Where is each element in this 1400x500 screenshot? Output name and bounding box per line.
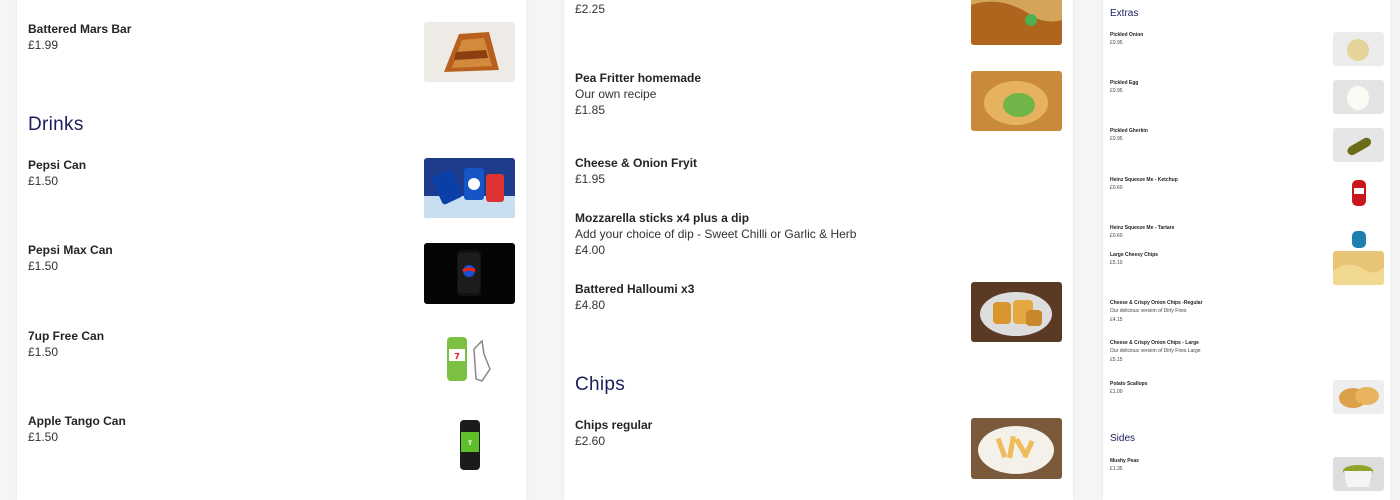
item-description: Our delicious version of Dirty Fries Lar… xyxy=(1110,348,1201,354)
item-name: Potato Scallops xyxy=(1110,381,1148,387)
menu-item[interactable]: Pickled Onion £0.95 xyxy=(1103,30,1390,76)
menu-item[interactable]: Heinz Squeeze Me - Ketchup £0.60 xyxy=(1103,174,1390,220)
item-price: £0.60 xyxy=(1110,233,1123,239)
item-name: 7up Free Can xyxy=(28,329,105,343)
item-name: Pickled Egg xyxy=(1110,80,1139,86)
item-price: £1.50 xyxy=(28,430,59,444)
pickled-egg-image xyxy=(1333,80,1384,114)
item-price: £4.80 xyxy=(575,298,606,312)
item-description: Our own recipe xyxy=(575,87,657,101)
item-price: £1.99 xyxy=(28,38,59,52)
menu-item[interactable]: Chips regular £2.60 xyxy=(564,410,1073,495)
menu-item[interactable]: Pepsi Max Can £1.50 xyxy=(17,235,526,315)
item-price: £0.95 xyxy=(1110,40,1123,46)
menu-item[interactable]: £2.25 xyxy=(564,0,1073,55)
item-name: Heinz Squeeze Me - Ketchup xyxy=(1110,177,1178,183)
item-name: Battered Halloumi x3 xyxy=(575,282,695,296)
menu-item[interactable]: 7up Free Can £1.50 7 xyxy=(17,321,526,401)
menu-item[interactable]: Pickled Egg £0.95 xyxy=(1103,78,1390,124)
item-price: £1.35 xyxy=(1110,466,1123,472)
svg-text:7: 7 xyxy=(454,352,460,361)
pickled-onion-image xyxy=(1333,32,1384,66)
item-name: Cheese & Onion Fryit xyxy=(575,156,698,170)
item-name: Mushy Peas xyxy=(1110,458,1139,464)
tartare-image xyxy=(1349,228,1369,248)
item-name: Pea Fritter homemade xyxy=(575,71,702,85)
item-price: £1.85 xyxy=(575,103,606,117)
item-price: £2.60 xyxy=(575,434,606,448)
pepsi-max-can-image xyxy=(424,243,515,304)
potato-scallops-image xyxy=(1333,380,1384,414)
chips-image xyxy=(971,418,1062,479)
item-name: Cheese & Crispy Onion Chips -Regular xyxy=(1110,300,1203,306)
item-name: Cheese & Crispy Onion Chips - Large xyxy=(1110,340,1199,346)
item-description: Add your choice of dip - Sweet Chilli or… xyxy=(575,227,857,241)
item-price: £2.25 xyxy=(575,2,606,16)
menu-column-left: Battered Mars Bar £1.99 Drinks Pepsi Can… xyxy=(17,0,526,500)
item-price: £0.95 xyxy=(1110,136,1123,142)
item-price: £5.10 xyxy=(1110,260,1123,266)
menu-item[interactable]: Cheese & Crispy Onion Chips -Regular Our… xyxy=(1103,297,1390,337)
ketchup-image xyxy=(1333,176,1384,210)
cheesy-chips-image xyxy=(1333,251,1384,285)
halloumi-image xyxy=(971,282,1062,342)
apple-tango-can-image: T xyxy=(424,414,515,474)
item-name: Mozzarella sticks x4 plus a dip xyxy=(575,211,750,225)
pickled-gherkin-image xyxy=(1333,128,1384,162)
item-name: Large Cheesy Chips xyxy=(1110,252,1159,258)
item-price: £1.95 xyxy=(575,172,606,186)
menu-item[interactable]: Cheese & Onion Fryit £1.95 xyxy=(564,145,1073,200)
menu-item[interactable]: Pickled Gherkin £0.95 xyxy=(1103,126,1390,172)
section-title-extras: Extras xyxy=(1110,8,1139,19)
menu-item[interactable]: Potato Scallops £1.00 xyxy=(1103,378,1390,424)
menu-item[interactable]: Mushy Peas £1.35 xyxy=(1103,455,1390,500)
pepsi-can-image xyxy=(424,158,515,218)
item-name: Battered Mars Bar xyxy=(28,22,132,36)
item-price: £4.00 xyxy=(575,243,606,257)
item-price: £1.50 xyxy=(28,259,59,273)
item-description: Our delicious version of Dirty Fries xyxy=(1110,308,1187,314)
item-name: Heinz Squeeze Me - Tartare xyxy=(1110,225,1175,231)
item-price: £1.00 xyxy=(1110,389,1123,395)
item-name: Pickled Gherkin xyxy=(1110,128,1148,134)
7up-free-can-image: 7 xyxy=(424,329,515,389)
item-price: £4.15 xyxy=(1110,317,1123,323)
pea-fritter-image xyxy=(971,71,1062,131)
mars-bar-image xyxy=(424,22,515,82)
menu-item[interactable]: Mozzarella sticks x4 plus a dip Add your… xyxy=(564,200,1073,270)
section-title-drinks: Drinks xyxy=(28,114,84,135)
item-name: Apple Tango Can xyxy=(28,414,126,428)
item-name: Pepsi Can xyxy=(28,158,87,172)
menu-item[interactable]: Battered Mars Bar £1.99 xyxy=(17,0,526,100)
menu-item[interactable]: Cheese & Crispy Onion Chips - Large Our … xyxy=(1103,337,1390,377)
menu-item[interactable]: Pea Fritter homemade Our own recipe £1.8… xyxy=(564,60,1073,145)
item-name: Pickled Onion xyxy=(1110,32,1144,38)
item-name: Chips regular xyxy=(575,418,653,432)
mushy-peas-image xyxy=(1333,457,1384,491)
menu-item[interactable]: Apple Tango Can £1.50 T xyxy=(17,406,526,486)
menu-item[interactable]: Battered Halloumi x3 £4.80 xyxy=(564,270,1073,355)
section-title-sides: Sides xyxy=(1110,433,1136,444)
food-image xyxy=(971,0,1062,45)
item-price: £1.50 xyxy=(28,174,59,188)
menu-column-middle: £2.25 Pea Fritter homemade Our own recip… xyxy=(564,0,1073,500)
item-price: £1.50 xyxy=(28,345,59,359)
item-name: Pepsi Max Can xyxy=(28,243,113,257)
item-price: £0.95 xyxy=(1110,88,1123,94)
item-price: £5.15 xyxy=(1110,357,1123,363)
item-price: £0.60 xyxy=(1110,185,1123,191)
menu-item[interactable]: Pepsi Can £1.50 xyxy=(17,150,526,230)
menu-item[interactable]: Large Cheesy Chips £5.10 xyxy=(1103,249,1390,295)
menu-column-right: Extras Pickled Onion £0.95 Pickled Egg £… xyxy=(1103,0,1390,500)
menu-item[interactable]: Heinz Squeeze Me - Tartare £0.60 xyxy=(1103,222,1390,252)
section-title-chips: Chips xyxy=(575,374,626,395)
